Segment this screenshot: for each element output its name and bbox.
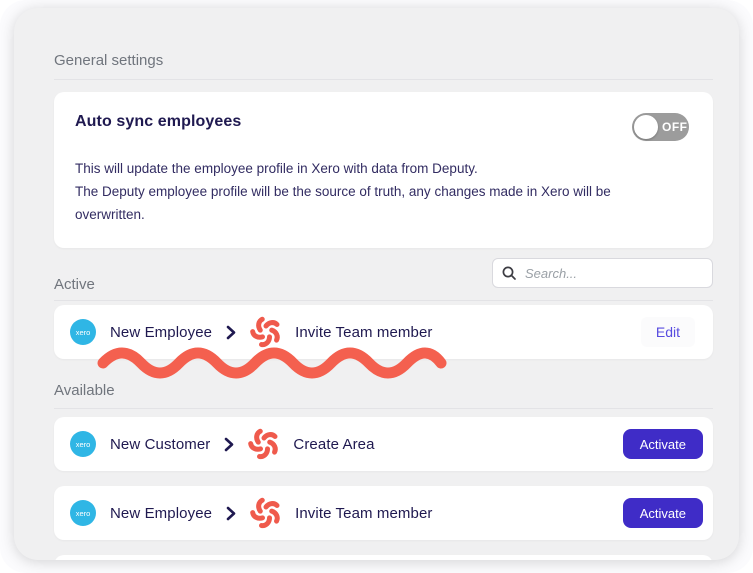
auto-sync-card: Auto sync employees OFF This will update… (54, 92, 713, 248)
xero-icon: xero (70, 319, 96, 345)
toggle-knob-icon (634, 115, 658, 139)
auto-sync-description: This will update the employee profile in… (75, 157, 650, 226)
deputy-icon (249, 496, 283, 530)
settings-screen: General settings Auto sync employees OFF… (0, 0, 753, 573)
available-section-title: Available (54, 382, 115, 399)
source-event-label: New Employee (110, 323, 213, 341)
xero-icon: xero (70, 500, 96, 526)
settings-panel: General settings Auto sync employees OFF… (14, 8, 739, 560)
available-integration-row: xero New Customer Create Area Activate (54, 417, 713, 471)
general-settings-title: General settings (54, 52, 164, 69)
activate-button[interactable]: Activate (622, 498, 703, 528)
chevron-right-icon (226, 325, 236, 340)
search-icon (502, 266, 516, 280)
source-event-label: New Employee (110, 504, 213, 522)
chevron-right-icon (226, 506, 236, 521)
toggle-state-label: OFF (662, 120, 688, 134)
general-settings-header: General settings (54, 52, 713, 80)
available-integration-row: xero Import Leave Balance Sync Leave Bal… (54, 555, 713, 560)
available-section-header: Available (54, 382, 713, 409)
target-action-label: Invite Team member (295, 504, 433, 522)
description-line-1: This will update the employee profile in… (75, 161, 478, 176)
active-integration-row: xero New Employee Invite Team member Edi… (54, 305, 713, 379)
chevron-right-icon (224, 437, 234, 452)
auto-sync-title: Auto sync employees (75, 113, 242, 130)
search-input[interactable] (492, 258, 713, 288)
deputy-icon (247, 427, 281, 461)
available-integration-row: xero New Employee Invite Team member Act… (54, 486, 713, 540)
deputy-icon (249, 315, 283, 349)
description-line-2: The Deputy employee profile will be the … (75, 184, 611, 222)
edit-button[interactable]: Edit (640, 317, 695, 347)
target-action-label: Create Area (293, 435, 375, 453)
active-section-title: Active (54, 276, 95, 293)
xero-icon: xero (70, 431, 96, 457)
activate-button[interactable]: Activate (622, 429, 703, 459)
source-event-label: New Customer (110, 435, 211, 453)
active-section-header: Active (54, 258, 713, 301)
auto-sync-toggle[interactable]: OFF (632, 113, 689, 141)
target-action-label: Invite Team member (295, 323, 433, 341)
search-box (492, 258, 713, 288)
